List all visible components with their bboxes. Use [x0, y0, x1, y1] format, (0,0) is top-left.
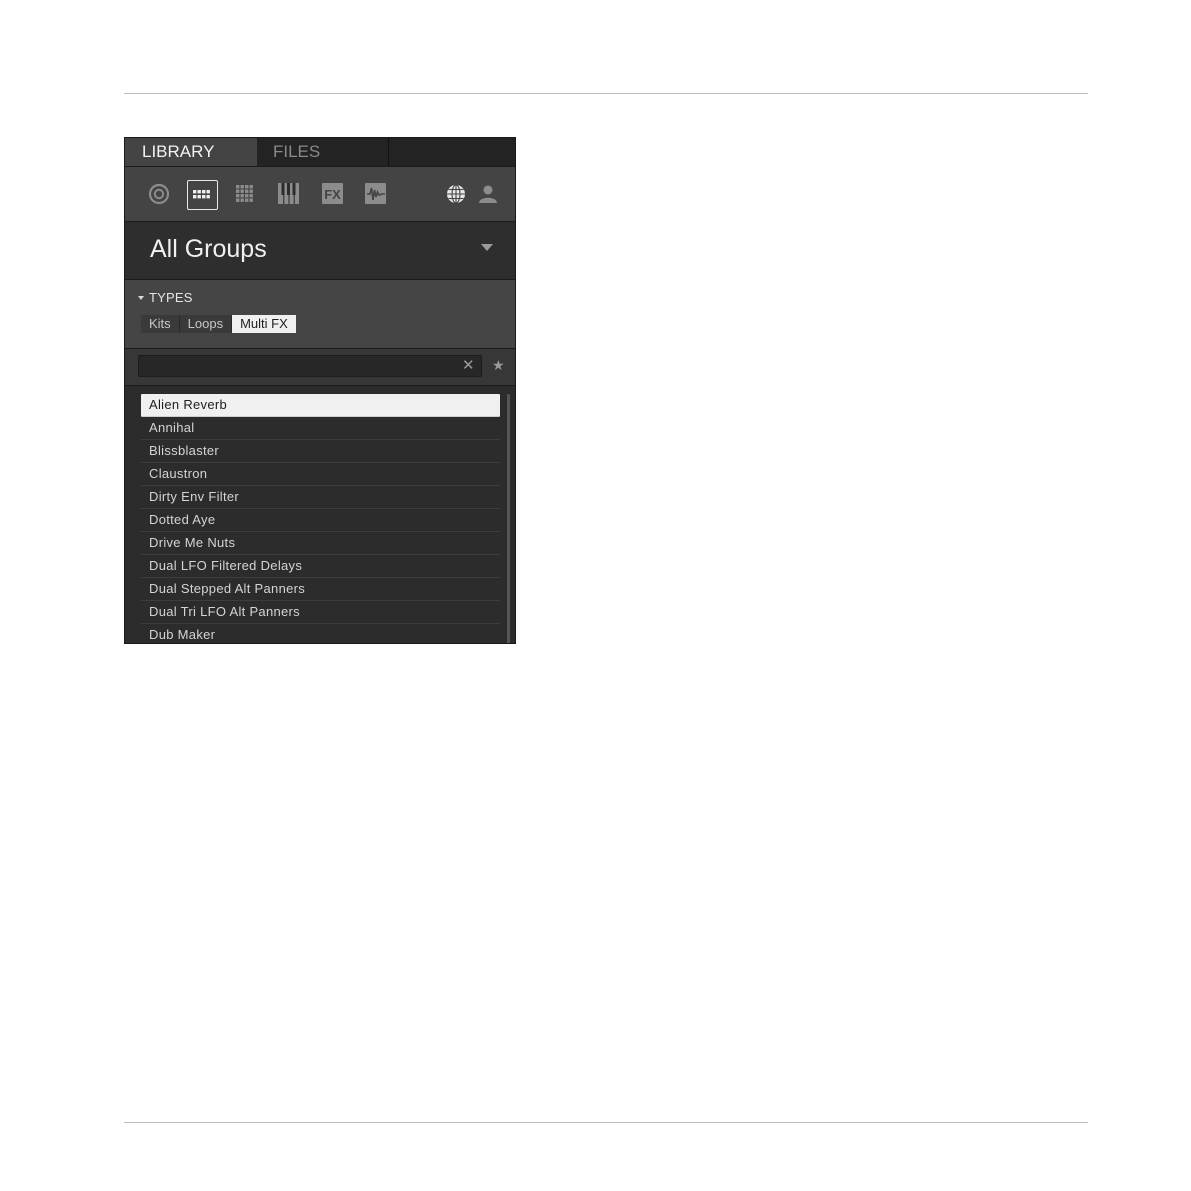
list-item[interactable]: Dotted Aye [141, 509, 500, 532]
results-list: Alien Reverb Annihal Blissblaster Claustron… [125, 386, 515, 643]
svg-text:FX: FX [324, 187, 341, 202]
content-title: All Groups [150, 235, 267, 263]
tab-files[interactable]: FILES [257, 138, 389, 166]
browser-panel: LIBRARY FILES FX All Groups TYPES Kits L… [124, 137, 516, 644]
list-item[interactable]: Annihal [141, 417, 500, 440]
list-item[interactable]: Dual Stepped Alt Panners [141, 578, 500, 601]
list-item[interactable]: Drive Me Nuts [141, 532, 500, 555]
file-type-bar: FX [125, 167, 515, 222]
list-item[interactable]: Dub Maker [141, 624, 500, 643]
user-icon[interactable] [475, 181, 501, 207]
type-chip-loops[interactable]: Loops [179, 315, 233, 333]
content-selector[interactable]: All Groups [125, 222, 515, 280]
type-chip-multi-fx[interactable]: Multi FX [232, 315, 296, 333]
search-bar: ✕ ★ [125, 349, 515, 386]
factory-globe-icon[interactable] [443, 181, 469, 207]
chevron-down-icon[interactable] [481, 244, 493, 251]
list-item[interactable]: Dual LFO Filtered Delays [141, 555, 500, 578]
close-icon[interactable]: ✕ [462, 358, 475, 374]
page-top-rule [124, 93, 1088, 94]
list-item[interactable]: Blissblaster [141, 440, 500, 463]
search-input[interactable] [138, 355, 482, 377]
instrument-icon[interactable] [276, 181, 302, 207]
browser-tabs: LIBRARY FILES [125, 138, 515, 167]
sample-icon[interactable] [363, 181, 389, 207]
list-item[interactable]: Dual Tri LFO Alt Panners [141, 601, 500, 624]
types-label[interactable]: TYPES [149, 290, 193, 305]
list-item[interactable]: Alien Reverb [141, 394, 500, 417]
star-icon[interactable]: ★ [492, 357, 505, 373]
group-icon[interactable] [187, 180, 218, 210]
list-item[interactable]: Claustron [141, 463, 500, 486]
type-chips: Kits Loops Multi FX [141, 315, 296, 333]
tab-library[interactable]: LIBRARY [125, 138, 257, 166]
page-bottom-rule [124, 1122, 1088, 1123]
scrollbar[interactable] [507, 394, 510, 643]
list-item[interactable]: Dirty Env Filter [141, 486, 500, 509]
types-filter: TYPES Kits Loops Multi FX [125, 280, 515, 349]
type-chip-kits[interactable]: Kits [141, 315, 180, 333]
collapse-triangle-icon[interactable] [138, 296, 144, 300]
results-rows: Alien Reverb Annihal Blissblaster Claustron… [141, 394, 500, 643]
fx-icon[interactable]: FX [320, 181, 346, 207]
sound-icon[interactable] [233, 181, 259, 207]
project-icon[interactable] [146, 181, 172, 207]
